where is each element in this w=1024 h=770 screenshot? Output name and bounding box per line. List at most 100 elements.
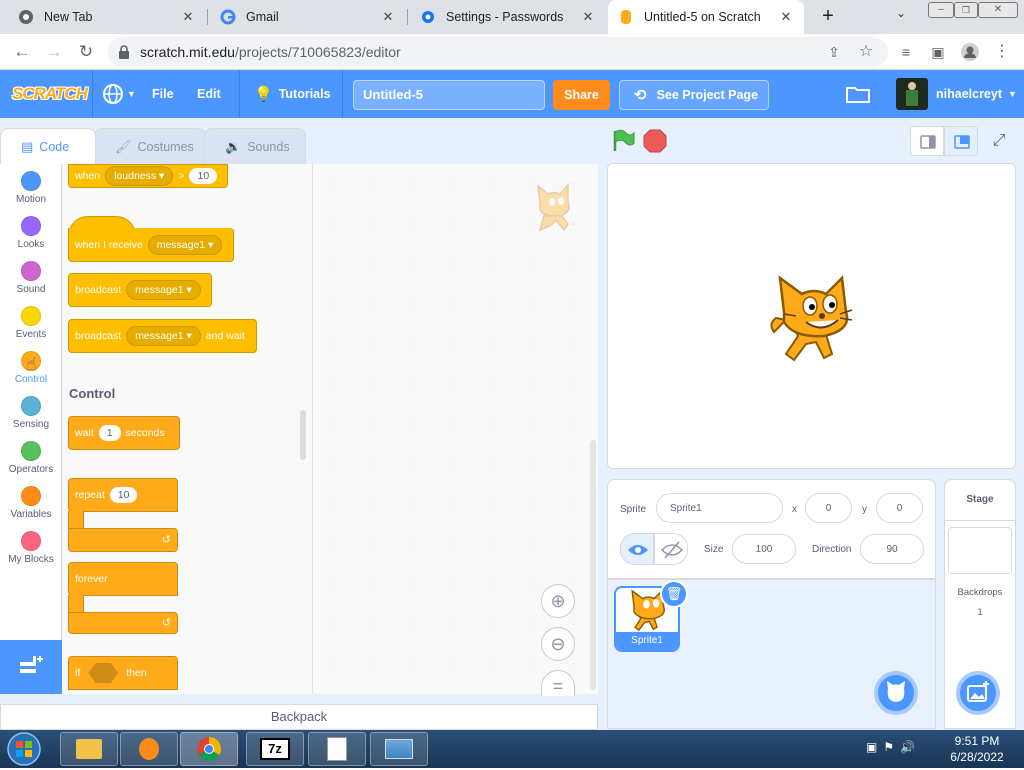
profile-icon[interactable] bbox=[958, 40, 982, 64]
category-operators[interactable]: Operators bbox=[0, 434, 62, 479]
browser-tab-settings[interactable]: Settings - Passwords ✕ bbox=[410, 0, 606, 34]
zoom-reset-button[interactable]: = bbox=[541, 670, 575, 696]
photo-viewer-icon bbox=[385, 739, 413, 759]
close-icon[interactable]: ✕ bbox=[180, 9, 196, 25]
forward-arrow-icon[interactable]: → bbox=[42, 40, 66, 64]
palette-scrollbar[interactable] bbox=[300, 410, 306, 460]
category-my-blocks[interactable]: My Blocks bbox=[0, 524, 62, 569]
account-menu[interactable]: nihaelcreyt ▼ bbox=[896, 70, 1017, 118]
cat-sprite[interactable] bbox=[766, 272, 856, 364]
category-sensing[interactable]: Sensing bbox=[0, 389, 62, 434]
delete-sprite-trash-icon[interactable]: 🗑 bbox=[660, 580, 688, 608]
normal-stage-button[interactable] bbox=[944, 126, 978, 156]
category-looks[interactable]: Looks bbox=[0, 209, 62, 254]
close-icon[interactable]: ✕ bbox=[380, 9, 396, 25]
loudness-value[interactable]: 10 bbox=[189, 168, 218, 184]
sidepanel-icon[interactable]: ▣ bbox=[926, 40, 950, 64]
block-wait-seconds[interactable]: wait 1 seconds bbox=[68, 416, 180, 450]
hide-sprite-button[interactable] bbox=[654, 533, 688, 565]
boolean-slot[interactable] bbox=[88, 663, 119, 683]
add-extension-button[interactable] bbox=[0, 640, 62, 694]
zoom-out-button[interactable]: ⊖ bbox=[541, 627, 575, 661]
file-menu[interactable]: File bbox=[152, 70, 174, 118]
restore-icon[interactable]: ❐ bbox=[954, 2, 978, 18]
backdrop-thumbnail[interactable] bbox=[948, 527, 1012, 574]
green-flag-icon[interactable] bbox=[610, 128, 636, 154]
tab-sounds[interactable]: 🔉 Sounds bbox=[204, 128, 306, 164]
my-stuff-folder-icon[interactable] bbox=[846, 70, 870, 118]
new-tab-plus-icon[interactable]: + bbox=[816, 4, 840, 28]
folder-icon bbox=[76, 739, 102, 759]
tab-title: New Tab bbox=[44, 10, 93, 24]
show-sprite-button[interactable] bbox=[620, 533, 654, 565]
system-tray-icons[interactable]: ▣⚑🔊 bbox=[866, 740, 936, 758]
taskbar-chrome[interactable] bbox=[180, 732, 238, 766]
taskbar-clock[interactable]: 9:51 PM 6/28/2022 bbox=[942, 733, 1012, 765]
mouse-pointer-hand-icon: ☝ bbox=[26, 354, 37, 374]
block-when-loudness[interactable]: when loudness ▾ > 10 bbox=[68, 164, 228, 188]
avatar bbox=[896, 78, 928, 110]
window-close-icon[interactable]: ✕ bbox=[978, 2, 1018, 18]
tab-costumes[interactable]: 🖌 Costumes bbox=[94, 128, 206, 164]
zoom-in-button[interactable]: ⊕ bbox=[541, 584, 575, 618]
project-title-input[interactable]: Untitled-5 bbox=[353, 80, 545, 110]
choose-sprite-button[interactable] bbox=[874, 671, 918, 715]
kebab-menu-icon[interactable]: ⋮ bbox=[990, 40, 1014, 64]
block-if-then[interactable]: if then bbox=[68, 656, 178, 690]
choose-backdrop-button[interactable] bbox=[956, 671, 1000, 715]
bookmark-star-icon[interactable]: ☆ bbox=[854, 40, 878, 64]
tab-search-chevron-icon[interactable]: ⌄ bbox=[896, 6, 916, 20]
category-sound[interactable]: Sound bbox=[0, 254, 62, 299]
message-dropdown[interactable]: message1 ▾ bbox=[126, 326, 201, 346]
scratch-logo[interactable]: SCRATCH bbox=[12, 70, 88, 118]
browser-tab-scratch[interactable]: Untitled-5 on Scratch ✕ bbox=[608, 0, 804, 34]
block-broadcast[interactable]: broadcast message1 ▾ bbox=[68, 273, 212, 307]
block-broadcast-and-wait[interactable]: broadcast message1 ▾ and wait bbox=[68, 319, 257, 353]
category-events[interactable]: Events bbox=[0, 299, 62, 344]
share-button[interactable]: Share bbox=[553, 80, 610, 110]
backpack[interactable]: Backpack bbox=[0, 704, 598, 730]
direction-input[interactable]: 90 bbox=[860, 534, 924, 564]
7zip-icon: 7z bbox=[260, 738, 290, 760]
block-repeat[interactable]: repeat 10 bbox=[68, 478, 178, 512]
language-menu[interactable]: ▼ bbox=[102, 70, 136, 118]
browser-tab-strip: New Tab ✕ Gmail ✕ Settings - Passwords ✕… bbox=[0, 0, 1024, 34]
taskbar-media-player[interactable] bbox=[120, 732, 178, 766]
category-variables[interactable]: Variables bbox=[0, 479, 62, 524]
close-icon[interactable]: ✕ bbox=[778, 9, 794, 25]
stop-icon[interactable] bbox=[642, 128, 668, 154]
block-forever[interactable]: forever bbox=[68, 562, 178, 596]
fullscreen-icon[interactable]: ⤢ bbox=[984, 126, 1014, 156]
repeat-value[interactable]: 10 bbox=[109, 487, 138, 503]
taskbar-7zip[interactable]: 7z bbox=[246, 732, 304, 766]
url-field[interactable]: scratch.mit.edu/projects/710065823/edito… bbox=[108, 37, 888, 67]
category-motion[interactable]: Motion bbox=[0, 164, 62, 209]
workspace-scrollbar[interactable] bbox=[590, 440, 596, 690]
taskbar-explorer[interactable] bbox=[60, 732, 118, 766]
block-when-i-receive[interactable]: when I receive message1 ▾ bbox=[68, 228, 234, 262]
tab-code[interactable]: ▤ Code bbox=[0, 128, 96, 164]
y-position-input[interactable]: 0 bbox=[876, 493, 923, 523]
media-list-icon[interactable]: ≡ bbox=[894, 40, 918, 64]
tutorials-button[interactable]: 💡 Tutorials bbox=[254, 70, 331, 118]
taskbar-photo-viewer[interactable] bbox=[370, 732, 428, 766]
size-input[interactable]: 100 bbox=[732, 534, 796, 564]
see-project-page-button[interactable]: ⟲ See Project Page bbox=[619, 80, 769, 110]
minimize-icon[interactable]: – bbox=[928, 2, 954, 18]
back-arrow-icon[interactable]: ← bbox=[10, 40, 34, 64]
edit-menu[interactable]: Edit bbox=[197, 70, 221, 118]
wait-value[interactable]: 1 bbox=[98, 425, 121, 441]
message-dropdown[interactable]: message1 ▾ bbox=[126, 280, 201, 300]
sprite-name-input[interactable]: Sprite1 bbox=[656, 493, 783, 523]
close-icon[interactable]: ✕ bbox=[580, 9, 596, 25]
x-position-input[interactable]: 0 bbox=[805, 493, 852, 523]
message-dropdown[interactable]: message1 ▾ bbox=[147, 234, 223, 255]
browser-tab-gmail[interactable]: Gmail ✕ bbox=[210, 0, 406, 34]
reload-icon[interactable]: ↻ bbox=[74, 40, 98, 64]
browser-tab-new-tab[interactable]: New Tab ✕ bbox=[8, 0, 206, 34]
share-page-icon[interactable]: ⇪ bbox=[822, 40, 846, 64]
loudness-dropdown[interactable]: loudness ▾ bbox=[105, 166, 174, 186]
small-stage-button[interactable] bbox=[910, 126, 944, 156]
taskbar-notepad[interactable] bbox=[308, 732, 366, 766]
start-button[interactable] bbox=[4, 731, 44, 767]
